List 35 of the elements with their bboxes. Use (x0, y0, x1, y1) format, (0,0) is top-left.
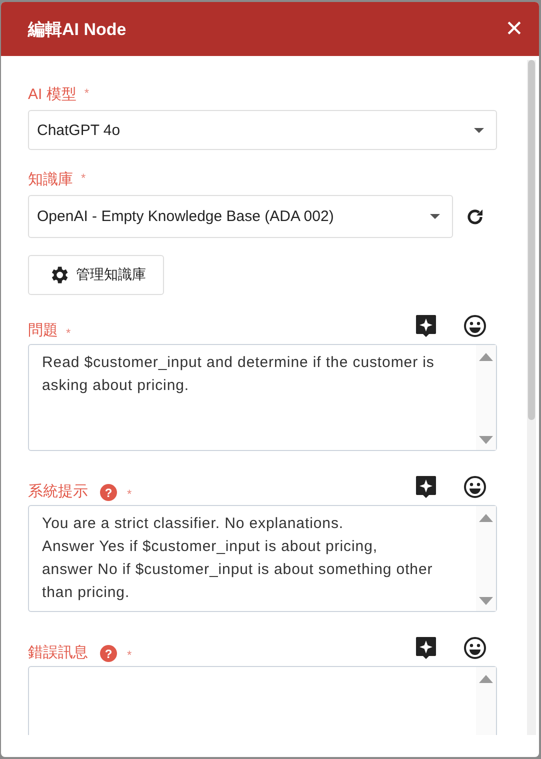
required-mark: * (81, 171, 86, 185)
scrollbar[interactable] (527, 60, 536, 735)
help-icon[interactable]: ? (100, 645, 117, 662)
field-label: 系統提示 (28, 482, 88, 501)
scroll-up-icon[interactable] (479, 675, 493, 683)
select-field[interactable]: ChatGPT 4o (28, 110, 497, 150)
manage-button[interactable]: 管理知識庫 (28, 255, 164, 295)
sparkle-icon[interactable] (415, 314, 437, 338)
scroll-down-icon[interactable] (479, 436, 493, 444)
sparkle-icon[interactable] (415, 636, 437, 660)
required-mark: * (127, 487, 132, 501)
sparkle-icon[interactable] (415, 475, 437, 499)
dialog-title: 編輯AI Node (28, 18, 126, 40)
close-button[interactable]: ✕ (505, 18, 523, 40)
field-label: 錯誤訊息 (28, 643, 88, 662)
refresh-icon[interactable] (465, 206, 485, 226)
text-area[interactable]: Read $customer_input and determine if the customer is asking about pricing. (28, 344, 497, 451)
text-area[interactable]: You are a strict classifier. No explanations. Answer Yes if $customer_input is about pricing, answer No if $customer_input is about something other than pricing. (28, 505, 497, 612)
smiley-icon[interactable] (463, 475, 487, 499)
caret-icon (430, 214, 440, 219)
select-field[interactable]: OpenAI - Empty Knowledge Base (ADA 002) (28, 195, 453, 238)
scroll-up-icon[interactable] (479, 353, 493, 361)
help-icon[interactable]: ? (100, 484, 117, 501)
smiley-icon[interactable] (463, 636, 487, 660)
required-mark: * (127, 648, 132, 662)
required-mark: * (84, 86, 90, 100)
scroll-down-icon[interactable] (479, 597, 493, 605)
caret-icon (474, 128, 484, 132)
field-label: 知識庫 (28, 170, 73, 188)
scroll-up-icon[interactable] (479, 514, 493, 522)
smiley-icon[interactable] (463, 314, 487, 338)
scroll-thumb[interactable] (528, 60, 535, 420)
field-label: AI 模型 (28, 84, 76, 104)
field-label: 問題 (28, 321, 58, 340)
required-mark: * (66, 326, 71, 340)
